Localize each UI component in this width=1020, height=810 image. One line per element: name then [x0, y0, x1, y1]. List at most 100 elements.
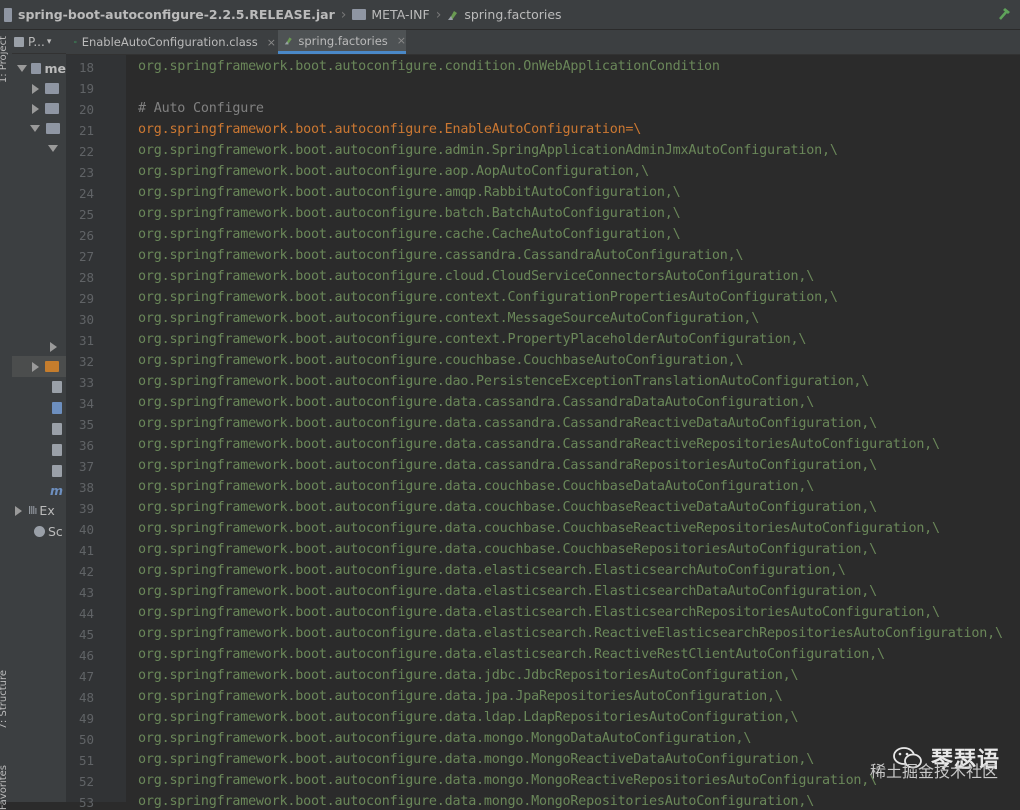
code-line: org.springframework.boot.autoconfigure.d…: [138, 374, 870, 389]
line-number: 49: [78, 711, 94, 726]
tree-row[interactable]: [12, 376, 66, 397]
line-number: 30: [78, 312, 94, 327]
breadcrumb-folder[interactable]: META-INF: [352, 7, 430, 22]
code-line: org.springframework.boot.autoconfigure.c…: [138, 311, 760, 326]
tree-row[interactable]: [12, 118, 66, 139]
line-number: 41: [78, 543, 94, 558]
folder-icon: [45, 103, 59, 114]
favorites-tool-tab[interactable]: Favorites: [0, 765, 9, 810]
line-number: 35: [78, 417, 94, 432]
code-line: org.springframework.boot.autoconfigure.c…: [138, 353, 744, 368]
line-number: 23: [78, 165, 94, 180]
code-line: org.springframework.boot.autoconfigure.d…: [138, 500, 878, 515]
tree-row[interactable]: m: [12, 480, 66, 501]
line-number-gutter: 18 19 20 21 22 23 24 25 26 27 28 29 30 31 32 33 34 35 36 37…: [66, 55, 126, 810]
expand-icon[interactable]: [50, 341, 57, 352]
tab-label: EnableAutoConfiguration.class: [81, 35, 258, 49]
tree-row[interactable]: [12, 397, 66, 418]
code-line: org.springframework.boot.autoconfigure.d…: [138, 521, 940, 536]
line-number: 39: [78, 501, 94, 516]
breadcrumb-jar[interactable]: spring-boot-autoconfigure-2.2.5.RELEASE.…: [4, 7, 335, 22]
tree-row[interactable]: [12, 138, 66, 159]
tab-spring-factories[interactable]: spring.factories ×: [278, 30, 406, 54]
chevron-right-icon: ›: [435, 6, 442, 23]
tab-enableautoconfiguration[interactable]: EnableAutoConfiguration.class ×: [70, 30, 276, 54]
code-editor[interactable]: org.springframework.boot.autoconfigure.c…: [126, 55, 1020, 809]
line-number: 51: [78, 753, 94, 768]
chevron-down-icon[interactable]: ▾: [47, 37, 52, 47]
line-number: 34: [78, 396, 94, 411]
code-line: org.springframework.boot.autoconfigure.d…: [138, 395, 815, 410]
collapse-icon[interactable]: [17, 65, 27, 72]
line-number: 21: [78, 123, 94, 138]
line-number: 28: [78, 270, 94, 285]
expand-icon[interactable]: [15, 505, 22, 516]
project-panel-header[interactable]: P... ▾: [12, 30, 66, 54]
tree-row[interactable]: Illı Ex: [12, 500, 66, 521]
tree-row[interactable]: [12, 78, 66, 99]
line-number: 37: [78, 459, 94, 474]
code-line: org.springframework.boot.autoconfigure.d…: [138, 689, 783, 704]
tree-row[interactable]: [12, 418, 66, 439]
breadcrumb-file-label: spring.factories: [464, 7, 562, 22]
expand-icon[interactable]: [32, 361, 39, 372]
collapse-icon[interactable]: [30, 125, 40, 132]
close-icon[interactable]: ×: [267, 36, 276, 49]
folder-icon: [45, 361, 59, 372]
tree-row[interactable]: [12, 336, 66, 357]
tree-row[interactable]: Sc: [12, 521, 66, 542]
tree-row[interactable]: [12, 439, 66, 460]
properties-file-icon: [448, 10, 458, 20]
line-number: 47: [78, 669, 94, 684]
text-file-icon: [52, 464, 62, 477]
code-line: org.springframework.boot.autoconfigure.c…: [138, 332, 807, 347]
close-icon[interactable]: ×: [397, 34, 406, 47]
expand-icon[interactable]: [32, 103, 39, 114]
editor-tabbar: EnableAutoConfiguration.class × spring.f…: [66, 30, 1020, 55]
tree-row[interactable]: [12, 460, 66, 481]
code-line: org.springframework.boot.autoconfigure.d…: [138, 584, 878, 599]
tree-row-selected[interactable]: [12, 356, 66, 377]
line-number: 36: [78, 438, 94, 453]
code-line: org.springframework.boot.autoconfigure.c…: [138, 248, 744, 263]
line-number: 46: [78, 648, 94, 663]
project-tool-tab[interactable]: 1: Project: [0, 36, 9, 83]
panel-icon: [14, 36, 24, 47]
line-number: 38: [78, 480, 94, 495]
line-number: 22: [78, 144, 94, 159]
code-line: org.springframework.boot.autoconfigure.d…: [138, 626, 1003, 641]
tree-row-label: Sc: [48, 524, 63, 539]
expand-icon[interactable]: [32, 83, 39, 94]
project-panel-title: P...: [28, 34, 45, 49]
code-line: org.springframework.boot.autoconfigure.a…: [138, 164, 650, 179]
line-number: 20: [78, 102, 94, 117]
line-number: 26: [78, 228, 94, 243]
code-line: org.springframework.boot.autoconfigure.d…: [138, 773, 878, 788]
line-number: 32: [78, 354, 94, 369]
breadcrumb-file[interactable]: spring.factories: [447, 7, 562, 22]
line-number: 31: [78, 333, 94, 348]
project-panel: P... ▾ me m Illı Ex Sc: [12, 30, 66, 802]
structure-tool-tab[interactable]: 7: Structure: [0, 670, 9, 729]
code-line: # Auto Configure: [138, 101, 264, 116]
line-number: 45: [78, 627, 94, 642]
code-line: org.springframework.boot.autoconfigure.d…: [138, 605, 940, 620]
code-line: org.springframework.boot.autoconfigure.d…: [138, 563, 846, 578]
hammer-icon[interactable]: [998, 6, 1012, 22]
scratches-icon: [34, 526, 45, 537]
line-number: 18: [78, 60, 94, 75]
tab-label: spring.factories: [298, 33, 388, 48]
code-line: org.springframework.boot.autoconfigure.a…: [138, 185, 681, 200]
line-number: 33: [78, 375, 94, 390]
tree-row-label: me: [44, 61, 66, 76]
line-number: 43: [78, 585, 94, 600]
line-number: 44: [78, 606, 94, 621]
code-line: org.springframework.boot.autoconfigure.E…: [138, 122, 642, 137]
collapse-icon[interactable]: [48, 145, 58, 152]
line-number: 29: [78, 291, 94, 306]
breadcrumb-jar-label: spring-boot-autoconfigure-2.2.5.RELEASE.…: [18, 7, 335, 22]
line-number: 40: [78, 522, 94, 537]
module-folder-icon: [31, 63, 42, 74]
tree-row[interactable]: [12, 98, 66, 119]
tree-row[interactable]: me: [12, 58, 66, 79]
